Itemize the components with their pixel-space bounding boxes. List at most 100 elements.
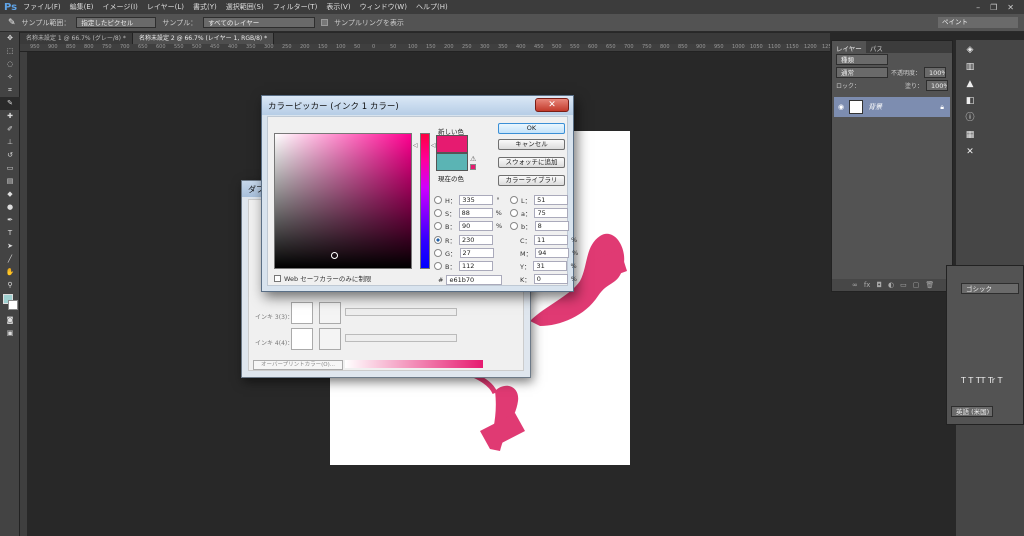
menu-help[interactable]: ヘルプ(H)	[416, 2, 448, 12]
path-select-tool-icon[interactable]: ➤	[0, 240, 20, 253]
language-select[interactable]: 英語 (米国)	[951, 406, 993, 417]
stamp-tool-icon[interactable]: ⊥	[0, 136, 20, 149]
minimize-icon[interactable]: –	[976, 3, 980, 12]
group-icon[interactable]: ▭	[900, 281, 907, 289]
input-lab-b[interactable]: 8	[534, 221, 569, 231]
ok-button[interactable]: OK	[498, 123, 565, 134]
new-layer-icon[interactable]: ▢	[913, 281, 920, 289]
close-icon[interactable]: ✕	[1007, 3, 1014, 12]
menu-image[interactable]: イメージ(I)	[103, 2, 138, 12]
radio-h[interactable]	[434, 196, 442, 204]
ink3-curve-swatch[interactable]	[291, 302, 313, 324]
radio-a[interactable]	[510, 209, 518, 217]
ink4-color-swatch[interactable]	[319, 328, 341, 350]
radio-blue[interactable]	[434, 262, 442, 270]
color-field[interactable]	[274, 133, 412, 269]
input-h[interactable]: 335	[459, 195, 494, 205]
overprint-button[interactable]: オーバープリントカラー(O)...	[253, 360, 343, 370]
hand-tool-icon[interactable]: ✋	[0, 266, 20, 279]
input-s[interactable]: 88	[458, 208, 493, 218]
marquee-tool-icon[interactable]: ⬚	[0, 45, 20, 58]
gamut-warning-icon[interactable]: ⚠	[470, 155, 476, 163]
brush-tool-icon[interactable]: ✐	[0, 123, 20, 136]
input-blue[interactable]: 112	[458, 261, 493, 271]
tab-document-1[interactable]: 名称未設定 1 @ 66.7% (グレー/8) *	[20, 33, 133, 44]
menu-select[interactable]: 選択範囲(S)	[226, 2, 264, 12]
dodge-tool-icon[interactable]: ●	[0, 201, 20, 214]
text-style-buttons[interactable]: T T TT Tr T	[961, 376, 1002, 385]
menu-type[interactable]: 書式(Y)	[193, 2, 217, 12]
layers-dock-icon[interactable]: ◈	[961, 43, 979, 57]
healing-tool-icon[interactable]: ✚	[0, 110, 20, 123]
fill-input[interactable]: 100%	[926, 80, 948, 91]
lasso-tool-icon[interactable]: ◌	[0, 58, 20, 71]
eraser-tool-icon[interactable]: ▭	[0, 162, 20, 175]
pen-tool-icon[interactable]: ✒	[0, 214, 20, 227]
input-r[interactable]: 230	[459, 235, 494, 245]
fx-icon[interactable]: fx	[864, 281, 871, 289]
tab-layers[interactable]: レイヤー	[832, 41, 866, 53]
color-libraries-button[interactable]: カラーライブラリ	[498, 175, 565, 186]
tab-document-2[interactable]: 名称未設定 2 @ 66.7% (レイヤー 1, RGB/8) *	[132, 33, 275, 44]
line-tool-icon[interactable]: ╱	[0, 253, 20, 266]
workspace-select[interactable]: ペイント	[938, 17, 1018, 28]
screen-mode-icon[interactable]: ▣	[0, 327, 20, 340]
menu-edit[interactable]: 編集(E)	[70, 2, 94, 12]
move-tool-icon[interactable]: ✥	[0, 32, 20, 45]
tab-paths[interactable]: パス	[866, 41, 887, 53]
input-hex[interactable]: e61b70	[446, 275, 503, 285]
quick-select-tool-icon[interactable]: ✧	[0, 71, 20, 84]
input-g[interactable]: 27	[459, 248, 494, 258]
radio-b[interactable]	[434, 222, 442, 230]
ink4-curve-swatch[interactable]	[291, 328, 313, 350]
restore-icon[interactable]: ❐	[990, 3, 997, 12]
zoom-tool-icon[interactable]: ⚲	[0, 279, 20, 292]
blend-mode-select[interactable]: 通常	[836, 67, 888, 78]
ink3-name-field[interactable]	[345, 308, 457, 316]
close-button[interactable]: ✕	[535, 98, 569, 112]
trash-icon[interactable]: 🗑︎	[925, 281, 934, 289]
cancel-button[interactable]: キャンセル	[498, 139, 565, 150]
sample-size-select[interactable]: 指定したピクセル	[76, 17, 157, 28]
adjustments-dock-icon[interactable]: ◧	[961, 94, 979, 108]
menu-filter[interactable]: フィルター(T)	[273, 2, 318, 12]
radio-lab-b[interactable]	[510, 222, 518, 230]
input-a[interactable]: 75	[534, 208, 569, 218]
radio-r[interactable]	[434, 236, 442, 244]
menu-window[interactable]: ウィンドウ(W)	[360, 2, 407, 12]
info-dock-icon[interactable]: ⓘ	[961, 111, 979, 125]
mask-icon[interactable]: ◘	[876, 281, 882, 289]
gradient-tool-icon[interactable]: ▤	[0, 175, 20, 188]
layer-row-background[interactable]: ◉ 背景 🔒︎	[834, 97, 950, 117]
input-m[interactable]: 94	[535, 248, 570, 258]
websafe-checkbox[interactable]	[274, 274, 281, 282]
color-swatches-icon[interactable]	[0, 292, 20, 314]
tools-dock-icon[interactable]: ✕	[961, 145, 979, 159]
link-icon[interactable]: ∞	[852, 281, 858, 289]
input-y[interactable]: 31	[533, 261, 568, 271]
menu-view[interactable]: 表示(V)	[326, 2, 350, 12]
type-tool-icon[interactable]: T	[0, 227, 20, 240]
opacity-input[interactable]: 100%	[924, 67, 947, 78]
histogram-dock-icon[interactable]: ▲	[961, 77, 979, 91]
input-b[interactable]: 90	[458, 221, 493, 231]
quick-mask-icon[interactable]: ◙	[0, 314, 20, 327]
radio-g[interactable]	[434, 249, 442, 257]
hue-slider[interactable]	[420, 133, 430, 269]
font-family-select[interactable]: ゴシック	[961, 283, 1019, 294]
radio-s[interactable]	[434, 209, 442, 217]
menu-layer[interactable]: レイヤー(L)	[147, 2, 184, 12]
blur-tool-icon[interactable]: ◆	[0, 188, 20, 201]
ink4-name-field[interactable]	[345, 334, 457, 342]
crop-tool-icon[interactable]: ⌗	[0, 84, 20, 97]
websafe-warning-icon[interactable]	[470, 164, 476, 170]
show-ring-checkbox[interactable]	[321, 19, 329, 26]
eyedropper-tool-icon[interactable]: ✎	[0, 97, 20, 110]
sample-select[interactable]: すべてのレイヤー	[203, 17, 316, 28]
menu-file[interactable]: ファイル(F)	[23, 2, 61, 12]
visibility-eye-icon[interactable]: ◉	[838, 103, 844, 111]
add-to-swatches-button[interactable]: スウォッチに追加	[498, 157, 565, 168]
current-color-swatch[interactable]	[436, 153, 468, 171]
history-brush-icon[interactable]: ↺	[0, 149, 20, 162]
input-l[interactable]: 51	[534, 195, 569, 205]
